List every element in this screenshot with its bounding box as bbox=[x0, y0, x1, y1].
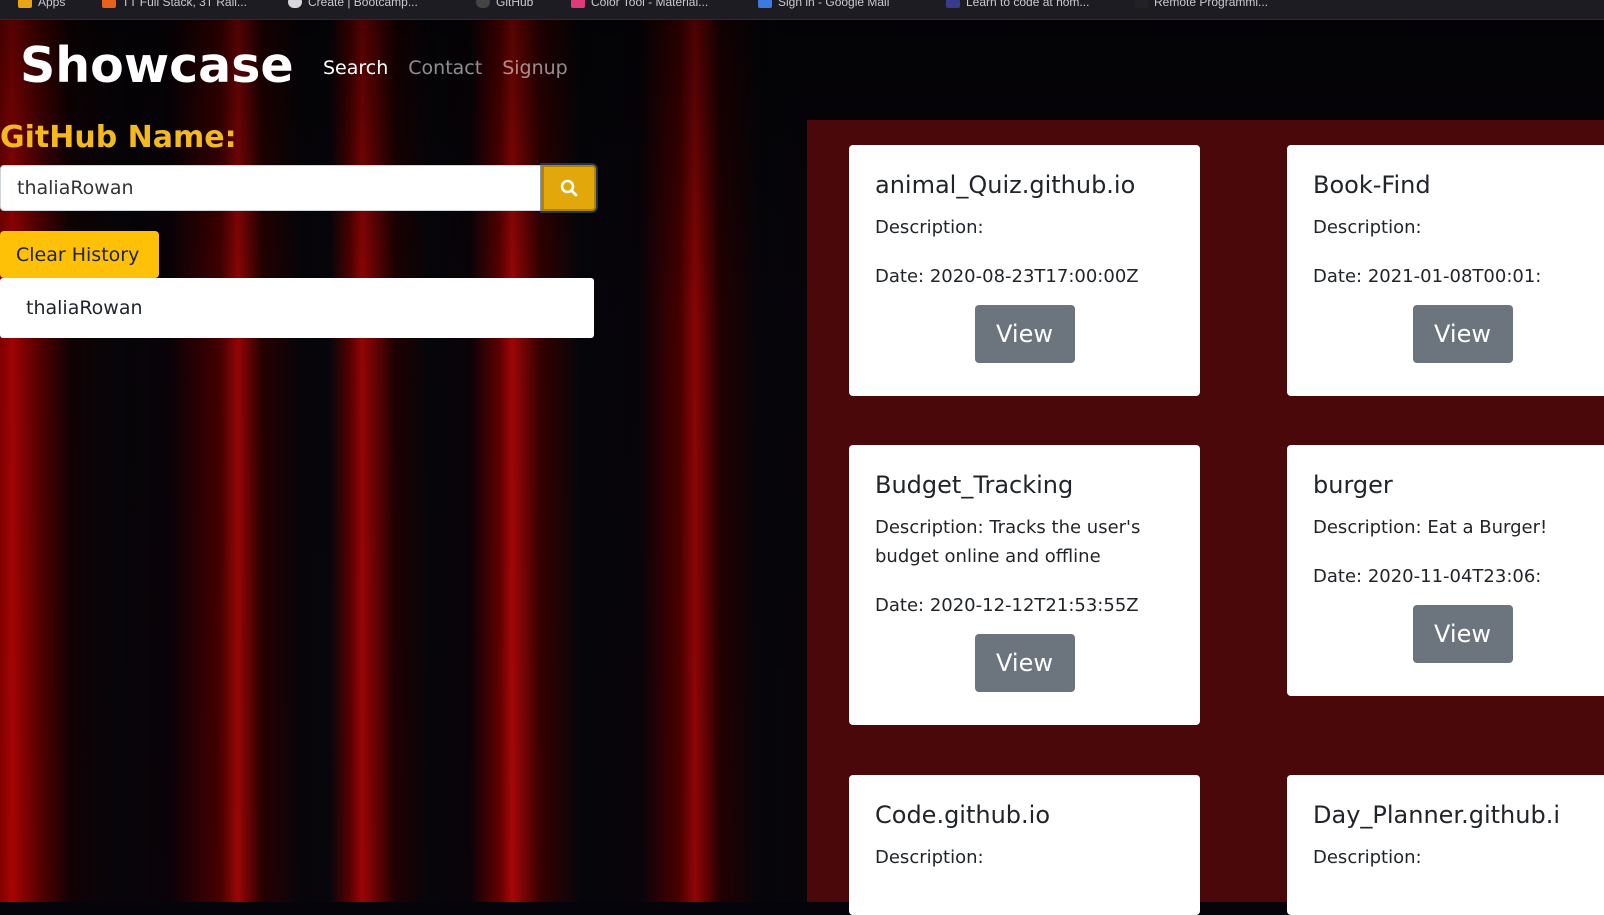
github-name-input[interactable] bbox=[0, 165, 542, 211]
repo-card: Code.github.io Description: bbox=[849, 775, 1200, 915]
bookmark-label: TT Full Stack, 3T Rail... bbox=[122, 0, 247, 9]
bootcamp-icon bbox=[102, 0, 116, 8]
repo-description: Description: bbox=[1313, 843, 1604, 872]
bookmark-label: Learn to code at hom... bbox=[966, 0, 1090, 9]
bookmark-item[interactable]: Color Tool - Material... bbox=[571, 0, 708, 9]
date-label: Date: bbox=[875, 266, 925, 287]
bookmark-item[interactable]: Sign in - Google Mail bbox=[758, 0, 889, 9]
bookmark-item[interactable]: Remote Programmi... bbox=[1134, 0, 1268, 9]
material-icon bbox=[571, 0, 585, 8]
remote-icon bbox=[1134, 0, 1148, 8]
nav-search[interactable]: Search bbox=[323, 57, 388, 79]
description-label: Description: bbox=[1313, 217, 1422, 238]
history-item[interactable]: thaliaRowan bbox=[0, 278, 594, 338]
repo-card: Book-Find Description: Date: 2021-01-08T… bbox=[1287, 145, 1604, 396]
repo-date: Date: 2020-08-23T17:00:00Z bbox=[875, 262, 1174, 291]
repo-card: Day_Planner.github.i Description: bbox=[1287, 775, 1604, 915]
repo-description: Description: bbox=[1313, 213, 1604, 242]
repo-card: animal_Quiz.github.io Description: Date:… bbox=[849, 145, 1200, 396]
globe-icon bbox=[288, 0, 302, 8]
bookmark-label: Sign in - Google Mail bbox=[778, 0, 890, 9]
brand-logo[interactable]: Showcase bbox=[20, 36, 294, 96]
search-form bbox=[0, 165, 596, 211]
bookmark-label: Color Tool - Material... bbox=[591, 0, 709, 9]
view-button[interactable]: View bbox=[974, 305, 1075, 363]
github-icon bbox=[476, 0, 490, 8]
date-value: 2020-08-23T17:00:00Z bbox=[929, 266, 1139, 287]
bookmark-item[interactable]: Create | Bootcamp... bbox=[288, 0, 418, 9]
bookmark-label: GitHub bbox=[496, 0, 534, 9]
repo-title: animal_Quiz.github.io bbox=[875, 171, 1136, 199]
google-icon bbox=[758, 0, 772, 8]
bookmark-item[interactable]: GitHub bbox=[476, 0, 533, 9]
repo-card: burger Description: Eat a Burger! Date: … bbox=[1287, 445, 1604, 696]
repo-date: Date: 2021-01-08T00:01: bbox=[1313, 262, 1604, 291]
search-icon bbox=[560, 179, 578, 197]
repo-title: Day_Planner.github.i bbox=[1313, 801, 1560, 829]
repo-title: Book-Find bbox=[1313, 171, 1431, 199]
repo-description: Description: Tracks the user's budget on… bbox=[875, 513, 1174, 571]
repo-description: Description: bbox=[875, 213, 1174, 242]
repo-date: Date: 2020-11-04T23:06: bbox=[1313, 562, 1604, 591]
search-button[interactable] bbox=[542, 165, 596, 211]
date-value: 2020-12-12T21:53:55Z bbox=[929, 595, 1139, 616]
bookmark-item[interactable]: TT Full Stack, 3T Rail... bbox=[102, 0, 247, 9]
repo-card: Budget_Tracking Description: Tracks the … bbox=[849, 445, 1200, 725]
date-label: Date: bbox=[1313, 566, 1363, 587]
date-label: Date: bbox=[1313, 266, 1363, 287]
repo-description: Description: bbox=[875, 843, 1174, 872]
date-value: 2021-01-08T00:01: bbox=[1367, 266, 1542, 287]
repo-date: Date: 2020-12-12T21:53:55Z bbox=[875, 591, 1174, 620]
bookmark-label: Apps bbox=[38, 0, 66, 9]
repo-title: Code.github.io bbox=[875, 801, 1051, 829]
clear-history-button[interactable]: Clear History bbox=[0, 231, 159, 278]
bookmark-apps[interactable]: Apps bbox=[18, 0, 65, 9]
view-button[interactable]: View bbox=[974, 634, 1075, 692]
bookmark-label: Create | Bootcamp... bbox=[308, 0, 418, 9]
view-button[interactable]: View bbox=[1412, 305, 1513, 363]
main-nav: Search Contact Signup bbox=[323, 57, 568, 79]
repo-title: Budget_Tracking bbox=[875, 471, 1074, 499]
date-label: Date: bbox=[875, 595, 925, 616]
description-label: Description: bbox=[1313, 517, 1422, 538]
date-value: 2020-11-04T23:06: bbox=[1367, 566, 1542, 587]
bookmarks-bar: Apps TT Full Stack, 3T Rail... Create | … bbox=[0, 0, 1604, 20]
repo-panel: animal_Quiz.github.io Description: Date:… bbox=[807, 120, 1604, 915]
github-name-label: GitHub Name: bbox=[0, 120, 237, 155]
description-label: Description: bbox=[875, 517, 984, 538]
bookmark-item[interactable]: Learn to code at hom... bbox=[946, 0, 1089, 9]
nav-signup[interactable]: Signup bbox=[502, 57, 568, 79]
repo-description: Description: Eat a Burger! bbox=[1313, 513, 1604, 542]
description-label: Description: bbox=[1313, 847, 1422, 868]
nav-contact[interactable]: Contact bbox=[408, 57, 482, 79]
description-text: Eat a Burger! bbox=[1427, 517, 1548, 538]
description-label: Description: bbox=[875, 217, 984, 238]
description-label: Description: bbox=[875, 847, 984, 868]
repo-title: burger bbox=[1313, 471, 1393, 499]
apps-icon bbox=[18, 0, 32, 8]
freecodecamp-icon bbox=[946, 0, 960, 8]
bookmark-label: Remote Programmi... bbox=[1154, 0, 1269, 9]
view-button[interactable]: View bbox=[1412, 605, 1513, 663]
